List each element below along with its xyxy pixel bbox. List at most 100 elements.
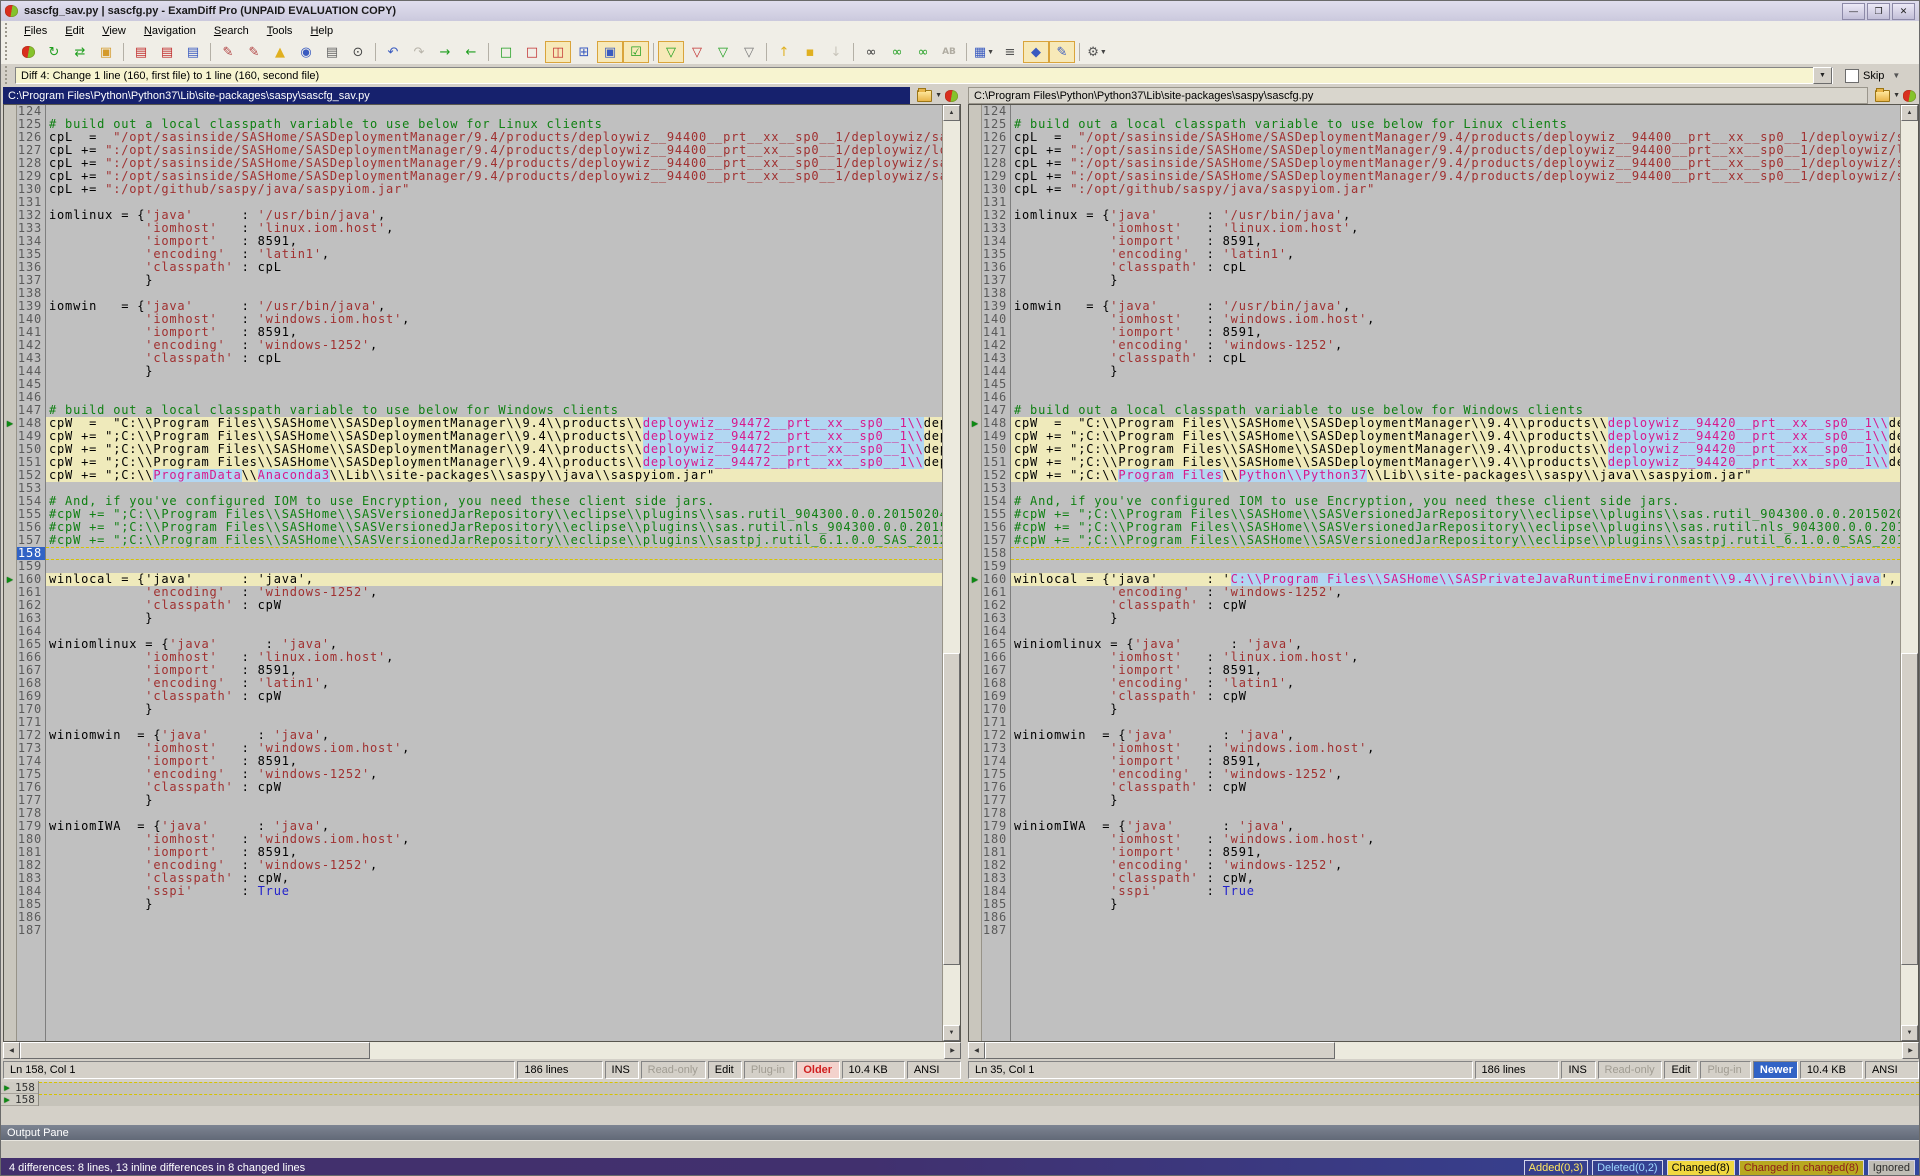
code-line[interactable] — [1011, 547, 1900, 560]
code-line[interactable] — [46, 391, 942, 404]
code-line[interactable]: 'iomport' : 8591, — [1011, 235, 1900, 248]
code-line[interactable] — [46, 625, 942, 638]
code-line[interactable]: 'iomport' : 8591, — [46, 755, 942, 768]
copy-to-right-icon[interactable]: → — [432, 41, 458, 63]
code-line[interactable]: cpW += ";C:\\Program Files\\Python\\Pyth… — [1011, 469, 1900, 482]
show-changed-only-icon[interactable]: ◫ — [545, 41, 571, 63]
code-line[interactable]: 'classpath' : cpL — [1011, 352, 1900, 365]
minimize-button[interactable]: — — [1842, 3, 1865, 20]
redo-icon[interactable]: ↷ — [406, 41, 432, 63]
match-case-icon[interactable]: AB — [936, 41, 962, 63]
output-pane-titlebar[interactable]: Output Pane — [1, 1125, 1919, 1140]
code-line[interactable]: winiomlinux = {'java' : 'java', — [1011, 638, 1900, 651]
right-vscroll-thumb[interactable] — [1901, 653, 1918, 965]
code-line[interactable]: } — [46, 703, 942, 716]
code-line[interactable]: 'encoding' : 'latin1', — [1011, 677, 1900, 690]
right-file-path[interactable]: C:\Program Files\Python\Python37\Lib\sit… — [968, 87, 1868, 104]
show-identical-icon[interactable]: □ — [493, 41, 519, 63]
code-line[interactable] — [1011, 196, 1900, 209]
code-line[interactable] — [1011, 482, 1900, 495]
code-line[interactable]: } — [1011, 365, 1900, 378]
code-line[interactable]: 'encoding' : 'windows-1252', — [1011, 768, 1900, 781]
code-line[interactable] — [1011, 625, 1900, 638]
code-line[interactable]: #cpW += ";C:\\Program Files\\SASHome\\SA… — [46, 534, 942, 547]
code-line[interactable] — [46, 196, 942, 209]
filter-lines-icon[interactable]: ▽ — [658, 41, 684, 63]
save-first-icon[interactable]: ▤ — [128, 41, 154, 63]
code-line[interactable]: } — [46, 898, 942, 911]
code-line[interactable]: winlocal = {'java' : 'C:\\Program Files\… — [1011, 573, 1900, 586]
code-line[interactable]: 'classpath' : cpW — [1011, 599, 1900, 612]
save-both-icon[interactable]: ▤ — [180, 41, 206, 63]
code-line[interactable]: } — [46, 612, 942, 625]
next-diff-icon[interactable]: ↓ — [823, 41, 849, 63]
code-line[interactable] — [46, 547, 942, 560]
refresh-icon[interactable]: ↻ — [41, 41, 67, 63]
code-line[interactable]: 'iomport' : 8591, — [46, 326, 942, 339]
code-line[interactable]: } — [1011, 274, 1900, 287]
print-icon[interactable]: ▤ — [319, 41, 345, 63]
code-line[interactable]: 'iomport' : 8591, — [46, 846, 942, 859]
code-line[interactable]: winiomIWA = {'java' : 'java', — [46, 820, 942, 833]
code-line[interactable]: 'encoding' : 'latin1', — [46, 248, 942, 261]
code-line[interactable]: 'classpath' : cpL — [46, 261, 942, 274]
code-line[interactable]: cpL += ":/opt/sasinside/SASHome/SASDeplo… — [1011, 144, 1900, 157]
scroll-up-icon[interactable]: ▲ — [943, 105, 960, 121]
code-line[interactable]: winlocal = {'java' : 'java', — [46, 573, 942, 586]
code-line[interactable]: 'iomhost' : 'linux.iom.host', — [1011, 222, 1900, 235]
web-save-icon[interactable]: ◉ — [293, 41, 319, 63]
code-line[interactable]: 'iomport' : 8591, — [1011, 326, 1900, 339]
scroll-down-icon[interactable]: ▼ — [1901, 1025, 1918, 1041]
code-line[interactable]: cpW = "C:\\Program Files\\SASHome\\SASDe… — [46, 417, 942, 430]
left-horizontal-scrollbar[interactable]: ◀ ▶ — [3, 1042, 961, 1059]
refresh-swap-icon[interactable]: ⇄ — [67, 41, 93, 63]
code-line[interactable] — [46, 378, 942, 391]
code-line[interactable]: cpL += ":/opt/sasinside/SASHome/SASDeplo… — [1011, 170, 1900, 183]
scroll-right-icon[interactable]: ▶ — [944, 1042, 961, 1059]
recompare-icon[interactable] — [1903, 90, 1916, 102]
plugins-icon[interactable]: ◆ — [1023, 41, 1049, 63]
code-line[interactable]: #cpW += ";C:\\Program Files\\SASHome\\SA… — [1011, 534, 1900, 547]
auto-recompare-icon[interactable]: ☑ — [623, 41, 649, 63]
filter-exclude-icon[interactable]: ▽ — [684, 41, 710, 63]
swap-panes-icon[interactable]: ▣ — [597, 41, 623, 63]
menu-search[interactable]: Search — [205, 23, 258, 39]
current-diff-line-first[interactable]: ▶ 158 — [1, 1082, 1919, 1094]
code-line[interactable]: iomlinux = {'java' : '/usr/bin/java', — [1011, 209, 1900, 222]
code-line[interactable] — [1011, 924, 1900, 937]
code-line[interactable]: 'encoding' : 'latin1', — [46, 677, 942, 690]
code-line[interactable] — [46, 807, 942, 820]
code-line[interactable] — [46, 105, 942, 118]
code-line[interactable] — [1011, 287, 1900, 300]
recompare-icon[interactable] — [15, 41, 41, 63]
chevron-down-icon[interactable]: ▼ — [1893, 92, 1900, 99]
settings-icon[interactable]: ⚙▼ — [1084, 41, 1110, 63]
code-line[interactable]: 'classpath' : cpW, — [46, 872, 942, 885]
right-code[interactable]: # build out a local classpath variable t… — [1011, 105, 1900, 1041]
menu-view[interactable]: View — [93, 23, 135, 39]
backup-warn-icon[interactable]: ▲ — [267, 41, 293, 63]
code-line[interactable] — [46, 482, 942, 495]
filter-next-icon[interactable]: ▽ — [710, 41, 736, 63]
code-line[interactable] — [46, 911, 942, 924]
right-editor[interactable]: ▶▶ 1241251261271281291301311321331341351… — [968, 104, 1919, 1042]
left-file-path[interactable]: C:\Program Files\Python\Python37\Lib\sit… — [3, 87, 910, 104]
code-line[interactable]: cpW += ";C:\\Program Files\\SASHome\\SAS… — [1011, 430, 1900, 443]
code-line[interactable]: iomwin = {'java' : '/usr/bin/java', — [46, 300, 942, 313]
code-line[interactable]: } — [1011, 794, 1900, 807]
scroll-left-icon[interactable]: ◀ — [3, 1042, 20, 1059]
code-line[interactable]: # And, if you've configured IOM to use E… — [46, 495, 942, 508]
code-line[interactable] — [1011, 378, 1900, 391]
menu-navigation[interactable]: Navigation — [135, 23, 205, 39]
prev-diff-icon[interactable]: ↑ — [771, 41, 797, 63]
code-line[interactable]: 'iomhost' : 'linux.iom.host', — [1011, 651, 1900, 664]
code-line[interactable]: 'classpath' : cpW, — [1011, 872, 1900, 885]
code-line[interactable]: # build out a local classpath variable t… — [1011, 118, 1900, 131]
menu-grip[interactable] — [4, 23, 9, 38]
code-line[interactable]: #cpW += ";C:\\Program Files\\SASHome\\SA… — [46, 521, 942, 534]
filter-custom-icon[interactable]: ▽ — [736, 41, 762, 63]
code-line[interactable]: 'encoding' : 'windows-1252', — [1011, 339, 1900, 352]
code-line[interactable]: winiomwin = {'java' : 'java', — [1011, 729, 1900, 742]
menu-help[interactable]: Help — [301, 23, 342, 39]
find-next-icon[interactable]: ∞ — [884, 41, 910, 63]
